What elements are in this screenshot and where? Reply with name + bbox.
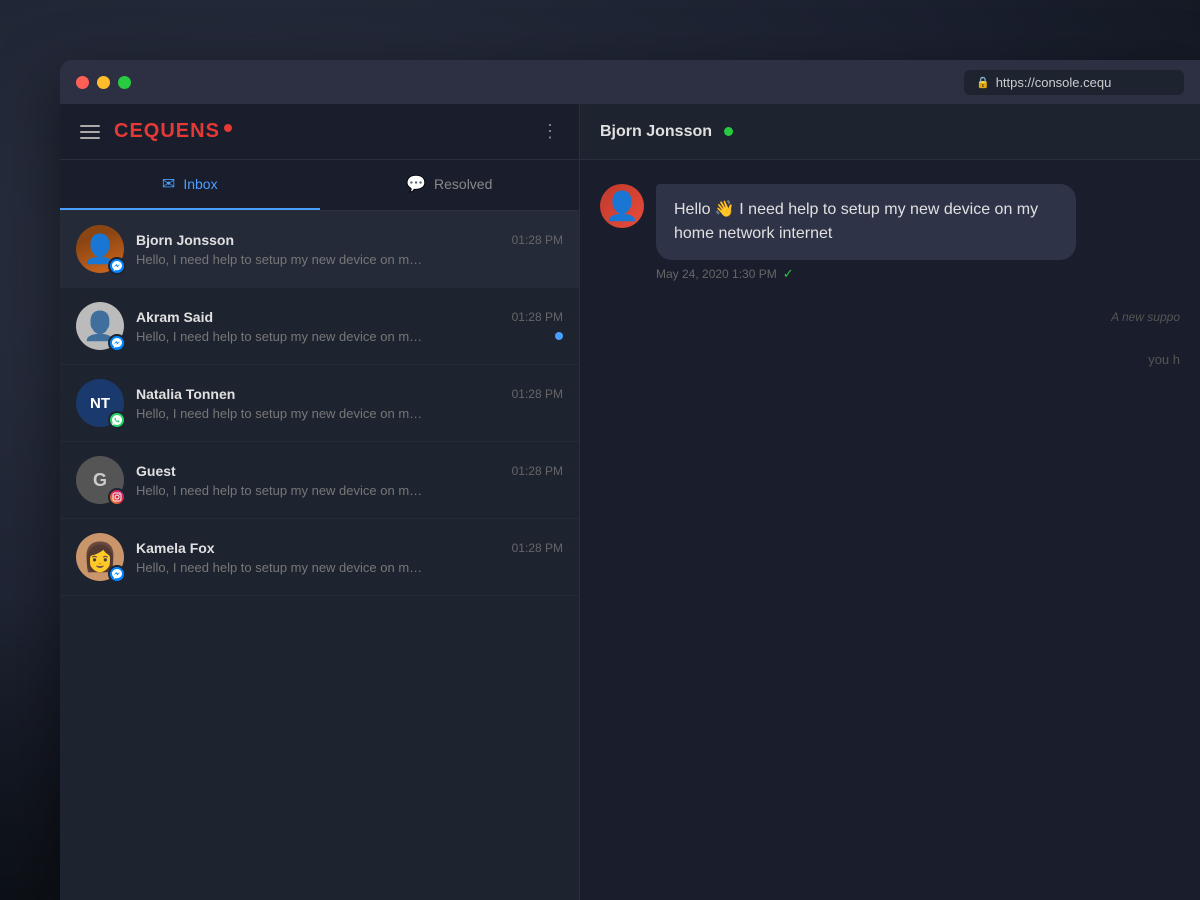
message-time: 01:28 PM: [512, 464, 563, 478]
delivered-icon: ✓: [783, 266, 794, 282]
conversation-content: Akram Said 01:28 PM Hello, I need help t…: [136, 309, 563, 344]
resolved-icon: 💬: [406, 174, 426, 194]
preview-row: Hello, I need help to setup my new devic…: [136, 560, 563, 575]
conversation-header: Kamela Fox 01:28 PM: [136, 540, 563, 556]
sidebar-header-left: CEQUENS: [80, 120, 232, 143]
message-row: Hello 👋 I need help to setup my new devi…: [600, 184, 1180, 282]
contact-name: Natalia Tonnen: [136, 386, 235, 402]
contact-name: Bjorn Jonsson: [136, 232, 234, 248]
whatsapp-badge: [108, 411, 126, 429]
avatar-container: NT: [76, 379, 124, 427]
sidebar-header: CEQUENS ⋮: [60, 104, 579, 160]
messenger-badge: [108, 565, 126, 583]
conversation-item[interactable]: Akram Said 01:28 PM Hello, I need help t…: [60, 288, 579, 365]
message-text: Hello 👋 I need help to setup my new devi…: [674, 201, 1038, 242]
you-reply-text: you h: [600, 352, 1180, 367]
avatar-container: [76, 533, 124, 581]
messenger-badge: [108, 334, 126, 352]
tabs-container: ✉ Inbox 💬 Resolved: [60, 160, 579, 211]
message-preview: Hello, I need help to setup my new devic…: [136, 483, 426, 498]
conversation-content: Bjorn Jonsson 01:28 PM Hello, I need hel…: [136, 232, 563, 267]
preview-row: Hello, I need help to setup my new devic…: [136, 406, 563, 421]
you-text-content: you h: [1148, 352, 1180, 367]
contact-name: Kamela Fox: [136, 540, 215, 556]
traffic-lights: [76, 76, 131, 89]
conversation-item[interactable]: Bjorn Jonsson 01:28 PM Hello, I need hel…: [60, 211, 579, 288]
preview-row: Hello, I need help to setup my new devic…: [136, 483, 563, 498]
message-meta: May 24, 2020 1:30 PM ✓: [656, 266, 1076, 282]
app-container: CEQUENS ⋮ ✉ Inbox 💬 Resolved: [60, 104, 1200, 900]
chat-contact-name: Bjorn Jonsson: [600, 123, 712, 141]
message-bubble: Hello 👋 I need help to setup my new devi…: [656, 184, 1076, 260]
brand-dot: [224, 124, 232, 132]
preview-row: Hello, I need help to setup my new devic…: [136, 329, 563, 344]
contact-name: Guest: [136, 463, 176, 479]
conversation-content: Guest 01:28 PM Hello, I need help to set…: [136, 463, 563, 498]
online-status-indicator: [724, 127, 733, 136]
instagram-badge: [108, 488, 126, 506]
address-text: https://console.cequ: [996, 75, 1112, 90]
message-preview: Hello, I need help to setup my new devic…: [136, 406, 426, 421]
avatar-container: [76, 302, 124, 350]
preview-row: Hello, I need help to setup my new devic…: [136, 252, 563, 267]
message-timestamp: May 24, 2020 1:30 PM: [656, 267, 777, 281]
conversation-header: Bjorn Jonsson 01:28 PM: [136, 232, 563, 248]
sidebar: CEQUENS ⋮ ✉ Inbox 💬 Resolved: [60, 104, 580, 900]
conversation-content: Kamela Fox 01:28 PM Hello, I need help t…: [136, 540, 563, 575]
lock-icon: 🔒: [976, 76, 990, 89]
conversation-item[interactable]: NT Natalia Tonnen 01:28 PM: [60, 365, 579, 442]
avatar-container: [76, 225, 124, 273]
message-content: Hello 👋 I need help to setup my new devi…: [656, 184, 1076, 282]
chat-area: Bjorn Jonsson Hello 👋 I need help to set…: [580, 104, 1200, 900]
maximize-button[interactable]: [118, 76, 131, 89]
message-time: 01:28 PM: [512, 387, 563, 401]
browser-toolbar: 🔒 https://console.cequ: [60, 60, 1200, 104]
avatar-container: G: [76, 456, 124, 504]
message-preview: Hello, I need help to setup my new devic…: [136, 252, 426, 267]
message-avatar: [600, 184, 644, 228]
tab-resolved[interactable]: 💬 Resolved: [320, 160, 580, 210]
more-options-icon[interactable]: ⋮: [541, 121, 559, 142]
conversation-list: Bjorn Jonsson 01:28 PM Hello, I need hel…: [60, 211, 579, 900]
tab-resolved-label: Resolved: [434, 176, 492, 192]
browser-window: 🔒 https://console.cequ CEQUENS: [60, 60, 1200, 900]
system-message-text: A new suppo: [1111, 310, 1180, 324]
brand-logo: CEQUENS: [114, 120, 232, 143]
chat-messages: Hello 👋 I need help to setup my new devi…: [580, 160, 1200, 900]
brand-name: CEQUENS: [114, 120, 220, 143]
messenger-badge: [108, 257, 126, 275]
minimize-button[interactable]: [97, 76, 110, 89]
message-time: 01:28 PM: [512, 233, 563, 247]
conversation-item[interactable]: G Guest 01:28 PM: [60, 442, 579, 519]
conversation-item[interactable]: Kamela Fox 01:28 PM Hello, I need help t…: [60, 519, 579, 596]
close-button[interactable]: [76, 76, 89, 89]
message-time: 01:28 PM: [512, 541, 563, 555]
contact-name: Akram Said: [136, 309, 213, 325]
hamburger-menu-icon[interactable]: [80, 125, 100, 139]
message-preview: Hello, I need help to setup my new devic…: [136, 560, 426, 575]
message-time: 01:28 PM: [512, 310, 563, 324]
conversation-content: Natalia Tonnen 01:28 PM Hello, I need he…: [136, 386, 563, 421]
system-message: A new suppo: [600, 302, 1180, 332]
conversation-header: Guest 01:28 PM: [136, 463, 563, 479]
conversation-header: Akram Said 01:28 PM: [136, 309, 563, 325]
tab-inbox-label: Inbox: [183, 176, 217, 192]
chat-header: Bjorn Jonsson: [580, 104, 1200, 160]
unread-indicator: [555, 332, 563, 340]
conversation-header: Natalia Tonnen 01:28 PM: [136, 386, 563, 402]
tab-inbox[interactable]: ✉ Inbox: [60, 160, 320, 210]
inbox-icon: ✉: [162, 174, 175, 194]
message-preview: Hello, I need help to setup my new devic…: [136, 329, 426, 344]
address-bar[interactable]: 🔒 https://console.cequ: [964, 70, 1184, 95]
